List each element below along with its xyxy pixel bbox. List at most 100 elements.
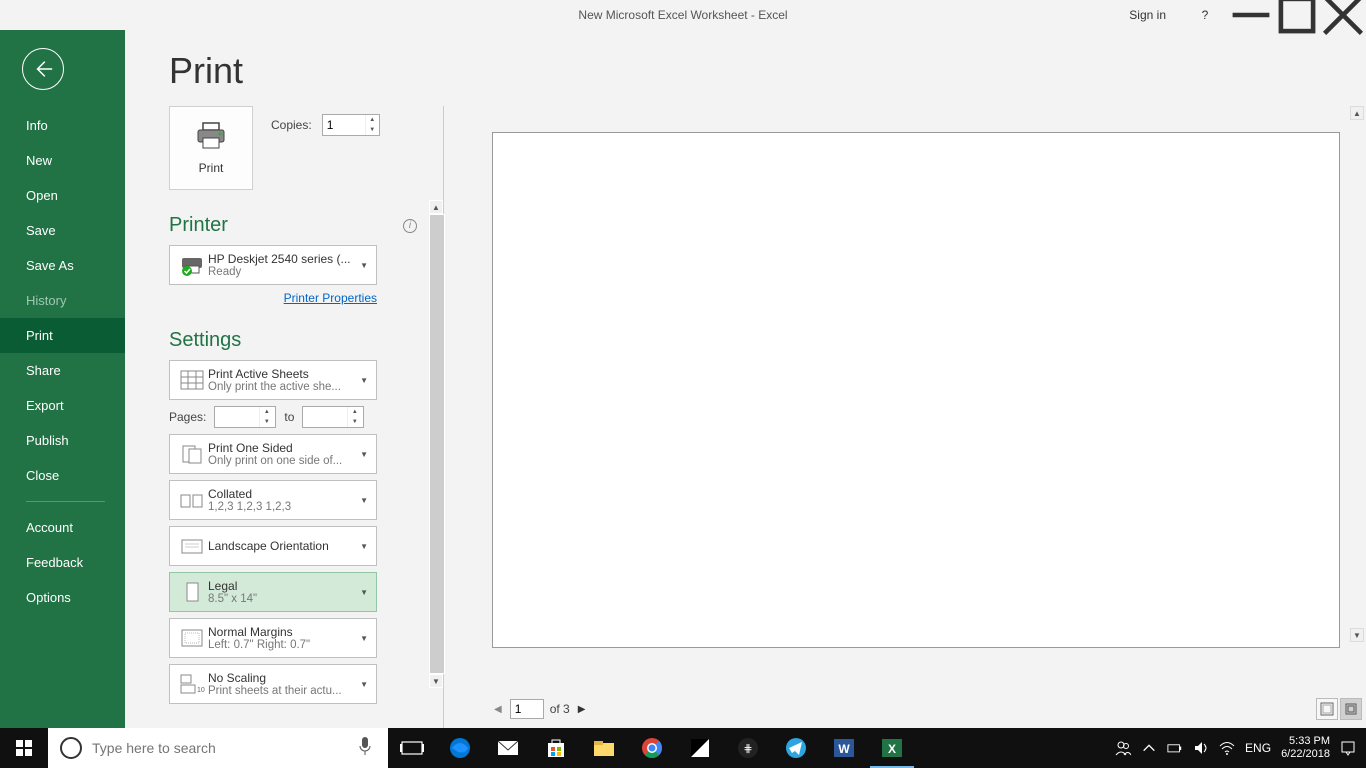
wifi-icon[interactable] <box>1219 740 1235 756</box>
scroll-thumb[interactable] <box>429 214 445 674</box>
nav-options[interactable]: Options <box>0 580 125 615</box>
svg-text:⋕: ⋕ <box>743 743 752 755</box>
app-icon-2[interactable]: ⋕ <box>724 728 772 768</box>
signin-link[interactable]: Sign in <box>1113 8 1182 22</box>
svg-text:W: W <box>838 742 850 756</box>
preview-vscrollbar[interactable]: ▲ ▼ <box>1350 106 1364 642</box>
print-button[interactable]: Print <box>169 106 253 190</box>
scaling-icon: 100 <box>176 669 208 699</box>
titlebar: New Microsoft Excel Worksheet - Excel Si… <box>0 0 1366 30</box>
printer-dropdown[interactable]: HP Deskjet 2540 series (... Ready ▼ <box>169 245 377 285</box>
task-view-button[interactable] <box>388 728 436 768</box>
preview-page <box>492 132 1340 648</box>
svg-text:100: 100 <box>197 687 205 694</box>
battery-icon[interactable] <box>1167 740 1183 756</box>
notifications-icon[interactable] <box>1340 740 1356 756</box>
nav-feedback[interactable]: Feedback <box>0 545 125 580</box>
chevron-down-icon: ▼ <box>358 542 370 551</box>
pages-label: Pages: <box>169 410 206 424</box>
start-button[interactable] <box>0 728 48 768</box>
printer-name: HP Deskjet 2540 series (... <box>208 252 358 266</box>
orientation-dropdown[interactable]: Landscape Orientation ▼ <box>169 526 377 566</box>
explorer-icon[interactable] <box>580 728 628 768</box>
maximize-button[interactable] <box>1274 0 1320 30</box>
nav-print[interactable]: Print <box>0 318 125 353</box>
pages-to-input[interactable] <box>303 407 347 427</box>
print-button-label: Print <box>199 161 224 175</box>
pages-to-label: to <box>284 410 294 424</box>
printer-properties-link[interactable]: Printer Properties <box>169 291 377 305</box>
next-page-button[interactable]: ▶ <box>576 704 588 715</box>
page-navigation: ◀ of 3 ▶ <box>492 699 587 719</box>
sided-dropdown[interactable]: Print One Sided Only print on one side o… <box>169 434 377 474</box>
chrome-icon[interactable] <box>628 728 676 768</box>
chevron-down-icon: ▼ <box>358 634 370 643</box>
store-icon[interactable] <box>532 728 580 768</box>
printer-icon <box>195 122 227 155</box>
settings-section-title: Settings <box>169 329 435 352</box>
chevron-down-icon: ▼ <box>358 376 370 385</box>
pages-to-spinner[interactable]: ▲▼ <box>302 406 364 428</box>
tray-chevron-icon[interactable] <box>1141 740 1157 756</box>
nav-save[interactable]: Save <box>0 213 125 248</box>
nav-saveas[interactable]: Save As <box>0 248 125 283</box>
minimize-button[interactable] <box>1228 0 1274 30</box>
system-tray: ENG 5:33 PM 6/22/2018 <box>1105 735 1366 761</box>
printer-section-title: Printer i <box>169 214 435 237</box>
nav-info[interactable]: Info <box>0 108 125 143</box>
collate-icon <box>176 485 208 515</box>
chevron-down-icon: ▼ <box>358 496 370 505</box>
print-what-dropdown[interactable]: Print Active Sheets Only print the activ… <box>169 360 377 400</box>
clock[interactable]: 5:33 PM 6/22/2018 <box>1281 735 1330 761</box>
help-button[interactable]: ? <box>1182 0 1228 30</box>
nav-export[interactable]: Export <box>0 388 125 423</box>
nav-history: History <box>0 283 125 318</box>
chevron-down-icon: ▼ <box>358 680 370 689</box>
nav-divider <box>26 501 105 502</box>
telegram-icon[interactable] <box>772 728 820 768</box>
copies-spinner[interactable]: ▲ ▼ <box>322 114 380 136</box>
taskbar-search[interactable] <box>48 728 388 768</box>
copies-up[interactable]: ▲ <box>366 115 379 125</box>
copies-down[interactable]: ▼ <box>366 125 379 135</box>
mail-icon[interactable] <box>484 728 532 768</box>
scroll-up-icon[interactable]: ▲ <box>429 200 443 214</box>
show-margins-button[interactable] <box>1316 698 1338 720</box>
zoom-to-page-button[interactable] <box>1340 698 1362 720</box>
app-icon-1[interactable] <box>676 728 724 768</box>
excel-icon[interactable]: X <box>868 728 916 768</box>
nav-open[interactable]: Open <box>0 178 125 213</box>
nav-close[interactable]: Close <box>0 458 125 493</box>
scroll-down-icon[interactable]: ▼ <box>429 674 443 688</box>
collate-dropdown[interactable]: Collated 1,2,3 1,2,3 1,2,3 ▼ <box>169 480 377 520</box>
pages-from-input[interactable] <box>215 407 259 427</box>
nav-new[interactable]: New <box>0 143 125 178</box>
scaling-dropdown[interactable]: 100 No Scaling Print sheets at their act… <box>169 664 377 704</box>
printer-info-icon[interactable]: i <box>403 219 417 233</box>
back-button[interactable] <box>22 48 64 90</box>
page-number-input[interactable] <box>510 699 544 719</box>
copies-label: Copies: <box>271 118 312 132</box>
copies-input[interactable] <box>323 115 365 135</box>
chevron-down-icon: ▼ <box>358 261 370 270</box>
language-indicator[interactable]: ENG <box>1245 741 1271 755</box>
word-icon[interactable]: W <box>820 728 868 768</box>
margins-dropdown[interactable]: Normal Margins Left: 0.7" Right: 0.7" ▼ <box>169 618 377 658</box>
nav-share[interactable]: Share <box>0 353 125 388</box>
printer-status-icon <box>176 250 208 280</box>
nav-account[interactable]: Account <box>0 510 125 545</box>
nav-publish[interactable]: Publish <box>0 423 125 458</box>
paper-size-dropdown[interactable]: Legal 8.5" x 14" ▼ <box>169 572 377 612</box>
close-button[interactable] <box>1320 0 1366 30</box>
settings-scrollbar[interactable]: ▲ ▼ <box>429 200 445 730</box>
pages-from-spinner[interactable]: ▲▼ <box>214 406 276 428</box>
landscape-icon <box>176 531 208 561</box>
edge-icon[interactable] <box>436 728 484 768</box>
volume-icon[interactable] <box>1193 740 1209 756</box>
prev-page-button[interactable]: ◀ <box>492 704 504 715</box>
scroll-up-icon[interactable]: ▲ <box>1350 106 1364 120</box>
mic-icon[interactable] <box>358 736 376 761</box>
people-icon[interactable] <box>1115 740 1131 756</box>
scroll-down-icon[interactable]: ▼ <box>1350 628 1364 642</box>
search-input[interactable] <box>92 740 348 756</box>
